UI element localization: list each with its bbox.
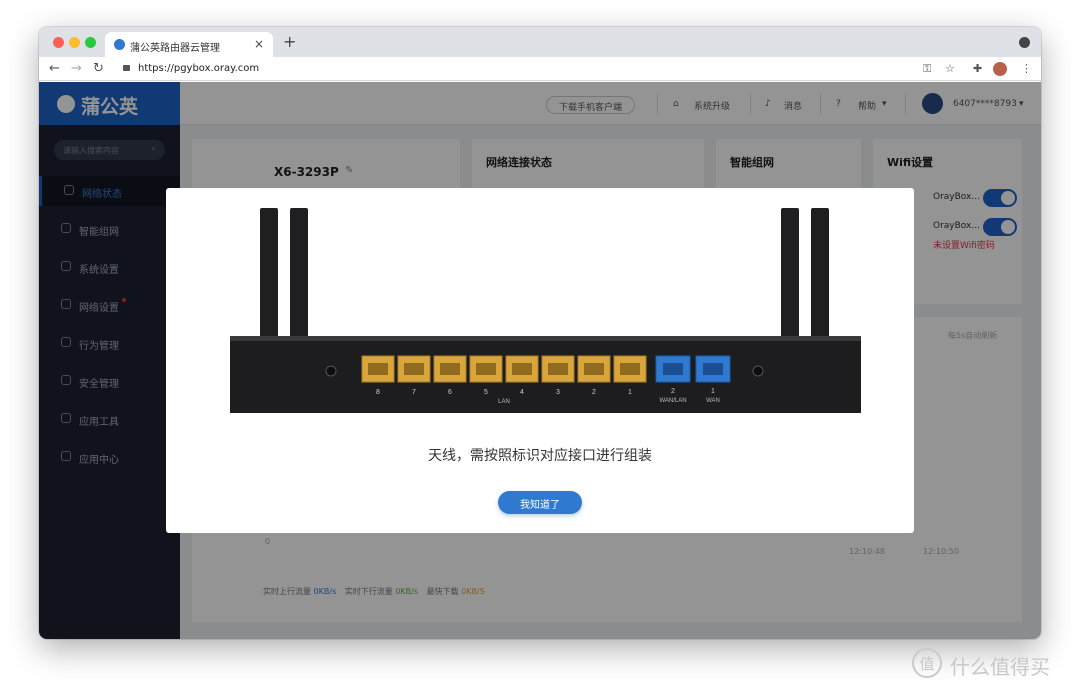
- lan-label: LAN: [498, 399, 510, 405]
- user-avatar-icon[interactable]: [993, 62, 1007, 76]
- lan-port-socket: [404, 363, 424, 375]
- ok-button[interactable]: 我知道了: [498, 491, 582, 514]
- lan-port-socket: [512, 363, 532, 375]
- watermark: 值 什么值得买: [912, 648, 1072, 682]
- router-illustration: 8 7 6 5 4 3 2 1 LAN 2 WAN/LAN 1 WAN: [230, 208, 861, 413]
- port-label: WAN/LAN: [659, 398, 686, 404]
- back-icon[interactable]: ←: [49, 61, 60, 76]
- close-window-button[interactable]: [53, 37, 64, 48]
- lan-port-socket: [548, 363, 568, 375]
- port-number: 5: [484, 389, 488, 396]
- profile-icon[interactable]: [1019, 37, 1030, 48]
- extensions-icon[interactable]: ✚: [973, 62, 982, 75]
- lan-port-socket: [368, 363, 388, 375]
- new-tab-button[interactable]: +: [283, 32, 296, 51]
- lock-icon: [123, 65, 130, 71]
- port-number: 1: [628, 389, 632, 396]
- power-jack: [752, 365, 764, 377]
- maximize-window-button[interactable]: [85, 37, 96, 48]
- modal-message: 天线，需按照标识对应接口进行组装: [428, 448, 652, 464]
- browser-tab[interactable]: 蒲公英路由器云管理 ×: [105, 32, 273, 57]
- tab-title: 蒲公英路由器云管理: [130, 43, 220, 54]
- tab-bar: 蒲公英路由器云管理 × +: [39, 27, 1041, 57]
- url-text[interactable]: https://pgybox.oray.com: [138, 63, 259, 74]
- menu-dots-icon[interactable]: ⋮: [1021, 62, 1032, 75]
- port-number: 2: [592, 389, 596, 396]
- address-bar: ← → ↻ https://pgybox.oray.com ⚿ ☆ ✚ ⋮: [39, 57, 1041, 81]
- minimize-window-button[interactable]: [69, 37, 80, 48]
- port-number: 7: [412, 389, 416, 396]
- lan-port-socket: [476, 363, 496, 375]
- browser-window: 蒲公英路由器云管理 × + ← → ↻ https://pgybox.oray.…: [39, 27, 1041, 639]
- favicon-icon: [114, 39, 125, 50]
- port-number: 2: [671, 388, 675, 395]
- wan-port-socket: [663, 363, 683, 375]
- bookmark-star-icon[interactable]: ☆: [945, 62, 955, 75]
- wan-port-socket: [703, 363, 723, 375]
- port-number: 3: [556, 389, 560, 396]
- reset-button: [325, 365, 337, 377]
- reload-icon[interactable]: ↻: [93, 61, 104, 76]
- port-number: 8: [376, 389, 380, 396]
- forward-icon[interactable]: →: [71, 61, 82, 76]
- lan-port-socket: [584, 363, 604, 375]
- watermark-logo-icon: 值: [912, 648, 942, 678]
- port-label: WAN: [706, 398, 720, 404]
- port-number: 4: [520, 389, 524, 396]
- lan-port-socket: [620, 363, 640, 375]
- antenna-guide-modal: 8 7 6 5 4 3 2 1 LAN 2 WAN/LAN 1 WAN 天线，需按照标识对应接口进行组装…: [166, 188, 914, 533]
- tab-close-icon[interactable]: ×: [254, 37, 264, 51]
- lan-port-socket: [440, 363, 460, 375]
- port-number: 1: [711, 388, 715, 395]
- key-icon[interactable]: ⚿: [923, 62, 931, 76]
- port-number: 6: [448, 389, 452, 396]
